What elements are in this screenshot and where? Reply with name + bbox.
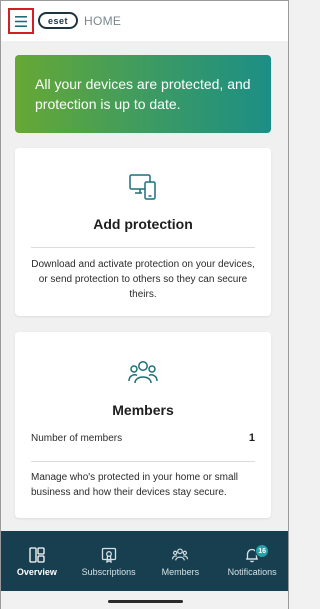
card-description: Download and activate protection on your… bbox=[31, 259, 255, 300]
nav-subscriptions[interactable]: Subscriptions bbox=[73, 531, 145, 591]
members-count-label: Number of members bbox=[31, 432, 123, 444]
nav-members[interactable]: Members bbox=[145, 531, 217, 591]
nav-label: Subscriptions bbox=[81, 567, 136, 577]
subscriptions-icon bbox=[101, 547, 117, 563]
card-divider bbox=[31, 247, 255, 248]
nav-label: Members bbox=[161, 567, 200, 577]
section-title: HOME bbox=[84, 14, 122, 28]
nav-overview[interactable]: Overview bbox=[1, 531, 73, 591]
card-title: Add protection bbox=[93, 216, 193, 232]
notification-count-badge: 16 bbox=[255, 544, 270, 558]
nav-label: Overview bbox=[16, 567, 57, 577]
members-count-row: Number of members 1 bbox=[31, 432, 255, 444]
add-protection-card[interactable]: Add protection Download and activate pro… bbox=[15, 148, 271, 316]
protection-status-banner: All your devices are protected, and prot… bbox=[15, 55, 271, 133]
nav-notifications[interactable]: 16 Notifications bbox=[216, 531, 288, 591]
card-title: Members bbox=[112, 402, 174, 418]
app-screen: eset HOME All your devices are protected… bbox=[0, 0, 289, 609]
hamburger-menu-icon bbox=[15, 15, 27, 27]
system-navigation-bar bbox=[1, 591, 288, 609]
members-card[interactable]: Members Number of members 1 Manage who's… bbox=[15, 332, 271, 518]
members-count-value: 1 bbox=[248, 432, 255, 444]
status-message: All your devices are protected, and prot… bbox=[35, 76, 251, 112]
bottom-navigation: Overview Subscriptions Members 16 Notifi… bbox=[1, 531, 288, 591]
nav-label: Notifications bbox=[227, 567, 277, 577]
eset-logo: eset bbox=[38, 12, 78, 29]
members-icon bbox=[172, 547, 189, 563]
card-divider bbox=[31, 461, 255, 462]
overview-icon bbox=[29, 547, 45, 563]
members-group-icon bbox=[128, 359, 158, 392]
home-indicator[interactable] bbox=[108, 600, 183, 603]
card-description: Manage who's protected in your home or s… bbox=[31, 472, 239, 498]
menu-button[interactable] bbox=[8, 8, 34, 34]
devices-icon bbox=[128, 172, 158, 207]
top-app-bar: eset HOME bbox=[1, 1, 288, 41]
